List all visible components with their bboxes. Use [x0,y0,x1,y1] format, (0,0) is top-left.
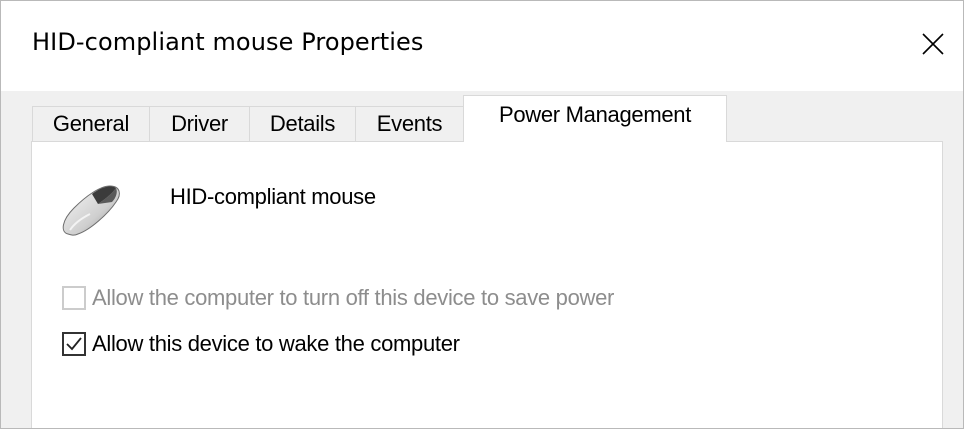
tab-details[interactable]: Details [249,106,356,141]
tab-power-management[interactable]: Power Management [463,95,727,142]
allow-wake-label: Allow this device to wake the computer [92,331,460,356]
checkmark-icon [66,337,82,351]
close-button[interactable] [903,1,963,87]
close-icon [922,33,944,55]
power-management-panel: HID-compliant mouse Allow the computer t… [31,141,943,428]
title-bar: HID-compliant mouse Properties [1,1,963,91]
properties-dialog: HID-compliant mouse Properties General D… [0,0,964,429]
mouse-icon [62,185,120,236]
allow-turn-off-label: Allow the computer to turn off this devi… [92,285,615,310]
window-title: HID-compliant mouse Properties [32,28,424,56]
allow-wake-checkbox[interactable] [62,332,86,356]
tab-events[interactable]: Events [355,106,464,141]
allow-turn-off-checkbox[interactable] [62,286,86,310]
device-name: HID-compliant mouse [170,184,376,209]
tab-driver[interactable]: Driver [149,106,250,141]
option-allow-wake[interactable]: Allow this device to wake the computer [62,331,460,357]
tab-general[interactable]: General [32,106,150,141]
option-allow-turn-off[interactable]: Allow the computer to turn off this devi… [62,285,614,311]
